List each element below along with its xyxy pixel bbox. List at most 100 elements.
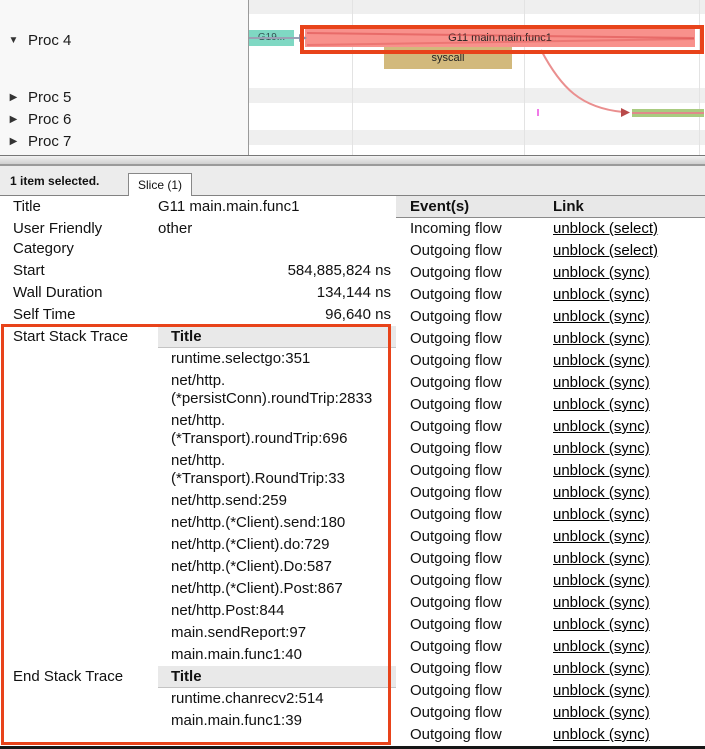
field-value: other	[158, 219, 396, 239]
proc5-track-band	[249, 88, 705, 103]
start-stack-trace-section: Start Stack Trace Title runtime.selectgo…	[13, 326, 396, 666]
event-row: Outgoing flow unblock (sync)	[396, 262, 705, 284]
events-column-header: Event(s)	[396, 196, 553, 217]
event-row: Outgoing flow unblock (sync)	[396, 504, 705, 526]
expand-triangle-icon[interactable]: ▼	[8, 35, 19, 46]
field-row: Start 584,885,824 ns	[13, 260, 396, 282]
stack-frame: net/http.(*Client).do:729	[158, 534, 396, 556]
unblock-link[interactable]: unblock (sync)	[553, 528, 650, 545]
event-type: Outgoing flow	[396, 284, 553, 306]
outgoing-flow-arrowhead-icon	[621, 108, 630, 117]
event-type: Outgoing flow	[396, 394, 553, 416]
unblock-link[interactable]: unblock (sync)	[553, 286, 650, 303]
field-row: Self Time 96,640 ns	[13, 304, 396, 326]
panel-splitter[interactable]	[0, 155, 705, 166]
event-type: Outgoing flow	[396, 240, 553, 262]
slice-g19[interactable]: G19...	[249, 30, 294, 46]
slice-syscall[interactable]: syscall	[384, 47, 512, 69]
field-value: 134,144 ns	[158, 283, 396, 303]
field-label: Start	[13, 261, 158, 281]
link-column-header: Link	[553, 196, 705, 217]
stack-frame: net/http. (*persistConn).roundTrip:2833	[158, 370, 396, 410]
unblock-link[interactable]: unblock (sync)	[553, 264, 650, 281]
unblock-link[interactable]: unblock (select)	[553, 220, 658, 237]
event-row: Incoming flow unblock (select)	[396, 218, 705, 240]
end-stack-trace-label: End Stack Trace	[13, 666, 158, 685]
unblock-link[interactable]: unblock (select)	[553, 242, 658, 259]
event-row: Outgoing flow unblock (sync)	[396, 658, 705, 680]
event-type: Outgoing flow	[396, 460, 553, 482]
unblock-link[interactable]: unblock (sync)	[553, 616, 650, 633]
proc-row[interactable]: ▼ Proc 4	[8, 29, 71, 51]
event-row: Outgoing flow unblock (sync)	[396, 548, 705, 570]
time-gridline	[699, 0, 700, 155]
unblock-link[interactable]: unblock (sync)	[553, 704, 650, 721]
event-type: Outgoing flow	[396, 526, 553, 548]
unblock-link[interactable]: unblock (sync)	[553, 506, 650, 523]
field-row: User Friendly Category other	[13, 218, 396, 260]
start-stack-trace-label: Start Stack Trace	[13, 326, 158, 345]
event-type: Outgoing flow	[396, 658, 553, 680]
proc-row[interactable]: ▶ Proc 5	[8, 86, 71, 108]
unblock-link[interactable]: unblock (sync)	[553, 440, 650, 457]
field-label: User Friendly Category	[13, 219, 158, 259]
event-type: Outgoing flow	[396, 702, 553, 724]
field-label: Self Time	[13, 305, 158, 325]
unblock-link[interactable]: unblock (sync)	[553, 462, 650, 479]
start-stack-trace-table: Title runtime.selectgo:351 net/http. (*p…	[158, 326, 396, 666]
stack-table-header: Title	[158, 666, 396, 688]
unblock-link[interactable]: unblock (sync)	[553, 726, 650, 743]
slice-g11-selected[interactable]: G11 main.main.func1	[305, 29, 695, 47]
proc-label: Proc 5	[28, 89, 71, 106]
event-row: Outgoing flow unblock (sync)	[396, 416, 705, 438]
timeline-canvas[interactable]: G19... G11 main.main.func1 syscall	[249, 0, 705, 155]
proc-row[interactable]: ▶ Proc 7	[8, 130, 71, 152]
event-type: Outgoing flow	[396, 438, 553, 460]
stack-frame: net/http.(*Client).send:180	[158, 512, 396, 534]
stack-frame: runtime.chanrecv2:514	[158, 688, 396, 710]
proc-label: Proc 7	[28, 133, 71, 150]
expand-triangle-icon[interactable]: ▶	[8, 92, 19, 103]
event-row: Outgoing flow unblock (sync)	[396, 570, 705, 592]
field-label: Title	[13, 197, 158, 217]
unblock-link[interactable]: unblock (sync)	[553, 374, 650, 391]
unblock-link[interactable]: unblock (sync)	[553, 660, 650, 677]
stack-table-header: Title	[158, 326, 396, 348]
event-type: Outgoing flow	[396, 504, 553, 526]
unblock-link[interactable]: unblock (sync)	[553, 638, 650, 655]
unblock-link[interactable]: unblock (sync)	[553, 330, 650, 347]
stack-frame: net/http.Post:844	[158, 600, 396, 622]
unblock-link[interactable]: unblock (sync)	[553, 308, 650, 325]
tab-slice[interactable]: Slice (1)	[128, 173, 192, 196]
event-row: Outgoing flow unblock (sync)	[396, 438, 705, 460]
slice-unblocked-goroutine[interactable]	[632, 109, 704, 117]
unblock-link[interactable]: unblock (sync)	[553, 682, 650, 699]
timeline-top-strip	[249, 0, 705, 14]
event-type: Outgoing flow	[396, 350, 553, 372]
event-type: Outgoing flow	[396, 724, 553, 746]
end-stack-trace-section: End Stack Trace Title runtime.chanrecv2:…	[13, 666, 396, 732]
event-row: Outgoing flow unblock (sync)	[396, 614, 705, 636]
events-table: Event(s) Link Incoming flow unblock (sel…	[396, 196, 705, 746]
event-type: Outgoing flow	[396, 416, 553, 438]
unblock-link[interactable]: unblock (sync)	[553, 352, 650, 369]
unblock-link[interactable]: unblock (sync)	[553, 550, 650, 567]
unblock-link[interactable]: unblock (sync)	[553, 484, 650, 501]
unblock-link[interactable]: unblock (sync)	[553, 396, 650, 413]
time-gridline	[352, 0, 353, 155]
stack-frame: net/http. (*Transport).RoundTrip:33	[158, 450, 396, 490]
expand-triangle-icon[interactable]: ▶	[8, 114, 19, 125]
event-row: Outgoing flow unblock (sync)	[396, 328, 705, 350]
unblock-link[interactable]: unblock (sync)	[553, 418, 650, 435]
expand-triangle-icon[interactable]: ▶	[8, 136, 19, 147]
event-type: Outgoing flow	[396, 482, 553, 504]
proc-row[interactable]: ▶ Proc 6	[8, 108, 71, 130]
unblock-link[interactable]: unblock (sync)	[553, 572, 650, 589]
field-label: Wall Duration	[13, 283, 158, 303]
unblock-link[interactable]: unblock (sync)	[553, 594, 650, 611]
stack-frame: net/http.send:259	[158, 490, 396, 512]
event-type: Outgoing flow	[396, 306, 553, 328]
proc7-track-band	[249, 130, 705, 145]
trace-timeline: ▼ Proc 4 ▶ Proc 5 ▶ Proc 6 ▶ Proc 7	[0, 0, 705, 155]
event-type: Outgoing flow	[396, 328, 553, 350]
